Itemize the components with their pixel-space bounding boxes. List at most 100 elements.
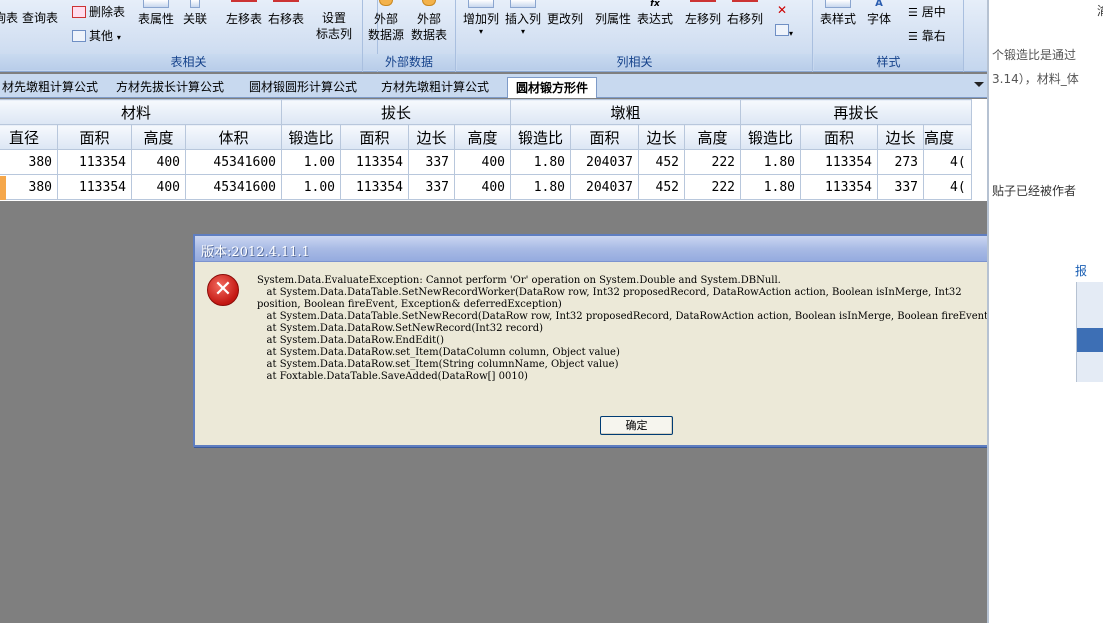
column-header[interactable]: 锻造比 (510, 124, 571, 150)
table-cell[interactable]: 45341600 (185, 149, 282, 175)
table-properties-button[interactable]: 表属性 (138, 0, 174, 27)
move-right-table-button[interactable]: 右移表 (268, 0, 304, 27)
other-dropdown-button[interactable]: 其他 ▾ (72, 28, 121, 46)
ok-button[interactable]: 确定 (600, 416, 673, 435)
rename-column-icon (552, 0, 578, 8)
table-cell[interactable]: 113354 (340, 149, 409, 175)
table-style-icon (825, 0, 851, 8)
column-header[interactable]: 面积 (340, 124, 409, 150)
column-header[interactable]: 锻造比 (740, 124, 801, 150)
table-cell[interactable]: 1.00 (281, 174, 341, 200)
table-cell[interactable]: 400 (454, 174, 511, 200)
insert-column-button[interactable]: 插入列 ▾ (505, 0, 541, 37)
table-cell[interactable]: 1.80 (740, 174, 801, 200)
column-header[interactable]: 边长 (877, 124, 924, 150)
font-button[interactable]: A 字体 (866, 0, 892, 27)
align-center-label: 居中 (921, 5, 946, 19)
table-cell[interactable]: 4( (923, 149, 972, 175)
external-source-button[interactable]: 外部 数据源 (368, 0, 404, 43)
setup-flag-column-button[interactable]: 设置 标志列 (316, 10, 352, 42)
table-cell[interactable]: 1.80 (510, 149, 571, 175)
tab-round-upset-formula[interactable]: 材先墩粗计算公式 (0, 77, 106, 98)
column-header[interactable]: 高度 (131, 124, 186, 150)
tab-round-forge-round-formula[interactable]: 圆材锻圆形计算公式 (241, 77, 365, 98)
tab-square-draw-formula[interactable]: 方材先拔长计算公式 (108, 77, 232, 98)
table-cell[interactable]: 337 (408, 174, 455, 200)
table-cell[interactable]: 4( (923, 174, 972, 200)
table-cell[interactable]: 1.80 (740, 149, 801, 175)
table-row[interactable]: 380 113354 400 45341600 1.00 113354 337 … (0, 174, 972, 200)
tab-round-forge-square[interactable]: 圆材锻方形件 (507, 77, 598, 98)
table-cell[interactable]: 400 (454, 149, 511, 175)
move-left-column-label: 左移列 (685, 12, 722, 26)
table-cell[interactable]: 222 (684, 149, 741, 175)
align-right-button[interactable]: ☰ 靠右 (908, 28, 946, 45)
column-header[interactable]: 锻造比 (281, 124, 341, 150)
other-label: 其他 (89, 29, 114, 43)
table-cell[interactable]: 113354 (57, 149, 132, 175)
column-header[interactable]: 体积 (185, 124, 282, 150)
query-table-button[interactable]: 查询表 (22, 10, 58, 26)
table-cell[interactable]: 204037 (570, 174, 639, 200)
table-cell[interactable]: 113354 (800, 149, 878, 175)
data-table: 材料 拔长 墩粗 再拔长 直径 面积 高度 体积 锻造比 面积 边长 高度 锻造… (0, 99, 972, 200)
column-header[interactable]: 边长 (638, 124, 685, 150)
align-center-icon: ☰ (908, 6, 918, 19)
table-cell[interactable]: 452 (638, 174, 685, 200)
tab-list-dropdown-icon[interactable] (974, 82, 984, 87)
table-cell[interactable]: 337 (877, 174, 924, 200)
rename-column-button[interactable]: 更改列 (547, 0, 583, 27)
table-cell[interactable]: 1.00 (281, 149, 341, 175)
add-column-icon (468, 0, 494, 8)
table-cell[interactable]: 113354 (57, 174, 132, 200)
column-grid-dropdown[interactable]: ▾ (775, 24, 793, 42)
move-right-column-button[interactable]: 右移列 (727, 0, 763, 27)
group-header-draw[interactable]: 拔长 (281, 99, 511, 125)
move-left-table-button[interactable]: 左移表 (226, 0, 262, 27)
column-header[interactable]: 面积 (800, 124, 878, 150)
column-properties-button[interactable]: 列属性 (595, 0, 631, 27)
external-table-button[interactable]: 外部 数据表 (411, 0, 447, 43)
query-table-partial-button[interactable]: 询表 (0, 10, 18, 26)
table-cell[interactable]: 113354 (800, 174, 878, 200)
table-cell[interactable]: 380 (0, 149, 58, 175)
table-cell[interactable]: 452 (638, 149, 685, 175)
join-button[interactable]: 关联 (183, 0, 207, 27)
column-header[interactable]: 直径 (0, 124, 58, 150)
tab-square-upset-formula[interactable]: 方材先墩粗计算公式 (373, 77, 497, 98)
table-cell[interactable]: 380 (0, 174, 58, 200)
column-header[interactable]: 面积 (570, 124, 639, 150)
add-column-button[interactable]: 增加列 ▾ (463, 0, 499, 37)
column-header[interactable]: 高度 (454, 124, 511, 150)
delete-table-button[interactable]: 删除表 (72, 4, 125, 20)
align-center-button[interactable]: ☰ 居中 (908, 4, 946, 21)
table-cell[interactable]: 222 (684, 174, 741, 200)
right-top-clipped-text: 渝 (1097, 2, 1103, 19)
group-header-upset[interactable]: 墩粗 (510, 99, 741, 125)
move-left-column-button[interactable]: 左移列 (685, 0, 721, 27)
table-cell[interactable]: 337 (408, 149, 455, 175)
table-cell[interactable]: 45341600 (185, 174, 282, 200)
group-header-redraw[interactable]: 再拔长 (740, 99, 972, 125)
column-header[interactable]: 边长 (408, 124, 455, 150)
dialog-titlebar[interactable]: 版本:2012.4.11.1 ✕ (195, 236, 987, 262)
table-cell[interactable]: 1.80 (510, 174, 571, 200)
table-cell[interactable]: 400 (131, 174, 186, 200)
table-cell[interactable]: 204037 (570, 149, 639, 175)
column-header[interactable]: 高度 (923, 124, 972, 150)
table-cell[interactable]: 113354 (340, 174, 409, 200)
delete-column-icon[interactable]: ✕ (777, 2, 787, 18)
right-side-panel (1076, 282, 1103, 382)
group-label-style: 样式 (814, 54, 963, 70)
expression-button[interactable]: fx 表达式 (637, 0, 673, 27)
group-header-material[interactable]: 材料 (0, 99, 282, 125)
column-header[interactable]: 高度 (684, 124, 741, 150)
right-side-clipped-link[interactable]: 报 (1075, 262, 1087, 279)
column-grid-icon (775, 24, 789, 36)
table-cell[interactable]: 273 (877, 149, 924, 175)
table-cell[interactable]: 400 (131, 149, 186, 175)
table-style-button[interactable]: 表样式 (820, 0, 856, 27)
table-row[interactable]: 380 113354 400 45341600 1.00 113354 337 … (0, 149, 972, 175)
delete-table-icon (72, 6, 86, 18)
column-header[interactable]: 面积 (57, 124, 132, 150)
